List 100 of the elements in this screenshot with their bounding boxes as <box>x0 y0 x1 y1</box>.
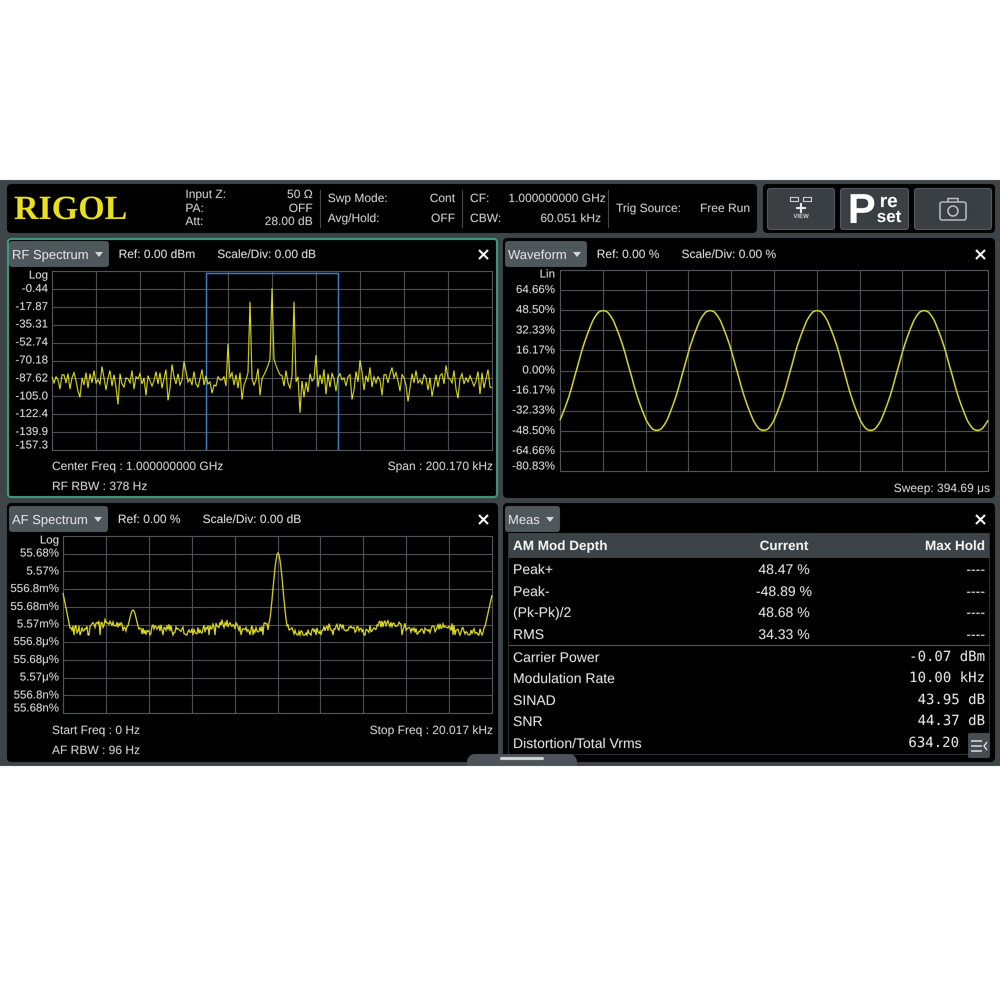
y-axis-label: -17.87 <box>15 300 48 313</box>
status-value: 50 Ω <box>287 188 313 202</box>
close-button[interactable] <box>974 248 987 260</box>
window-type-dropdown[interactable]: AF Spectrum <box>9 506 108 532</box>
status-value: Cont <box>430 192 456 205</box>
status-value: 28.00 dB <box>264 215 313 229</box>
measurement-value: 43.95 dB <box>918 692 985 708</box>
column-header: Current <box>760 538 808 553</box>
y-axis-label: -105.0 <box>15 390 48 402</box>
close-icon <box>478 248 489 260</box>
table-cell: 48.68 % <box>758 604 810 620</box>
readout-text: AF RBW : 96 Hz <box>52 742 140 759</box>
y-axis-label: 16.17% <box>516 344 555 356</box>
y-axis-label: -139.9 <box>15 426 48 438</box>
y-axis-label: 55.68m% <box>10 600 59 613</box>
y-axis-label: 556.8m% <box>10 583 59 596</box>
status-label: Trig Source: <box>616 202 681 216</box>
menu-chevron-icon <box>970 738 988 752</box>
table-cell: ---- <box>966 626 985 642</box>
table-cell: ---- <box>966 582 985 599</box>
close-icon <box>975 514 986 524</box>
status-label: Att: <box>185 215 204 229</box>
table-cell: RMS <box>513 626 544 642</box>
y-axis-label: -87.62 <box>15 372 48 384</box>
caret-icon <box>546 516 554 522</box>
y-axis-label: -35.31 <box>15 318 48 331</box>
table-cell: (Pk-Pk)/2 <box>513 604 572 620</box>
readout-text: Sweep: 394.69 μs <box>894 480 990 496</box>
y-axis-label: -70.18 <box>15 354 48 367</box>
panel-menu-button[interactable] <box>968 733 990 758</box>
measurement-name: Modulation Rate <box>513 670 615 686</box>
status-value: Free Run <box>700 202 750 216</box>
y-axis-label: -122.4 <box>15 408 48 420</box>
window-type-dropdown[interactable]: RF Spectrum <box>9 241 109 267</box>
scale-type-label: Log <box>28 270 48 282</box>
y-axis-label: 55.68% <box>20 548 59 560</box>
scale-division-text: Scale/Div: 0.00 dB <box>217 247 316 261</box>
y-axis-label: 5.57m% <box>16 618 59 630</box>
brand-logo: RIGOL <box>14 192 128 226</box>
y-axis-label: 55.68μ% <box>13 654 59 666</box>
readout-text: Center Freq : 1.000000000 GHz <box>52 458 224 475</box>
drawer-handle[interactable] <box>467 754 577 766</box>
y-axis-label: 64.66% <box>516 284 555 296</box>
scale-division-text: Scale/Div: 0.00 dB <box>202 512 302 526</box>
caret-icon <box>94 516 102 522</box>
scale-type-label: Log <box>40 534 59 546</box>
y-axis-label: 5.57% <box>26 565 59 578</box>
measurement-name: SNR <box>513 713 543 730</box>
close-icon <box>478 514 489 524</box>
y-axis-label: 5.57μ% <box>20 672 59 684</box>
y-axis-label: -0.44 <box>22 282 48 295</box>
column-header: AM Mod Depth <box>513 538 608 553</box>
caret-icon <box>572 252 581 256</box>
y-axis-label: -64.66% <box>512 444 555 457</box>
y-axis-label: -157.3 <box>15 440 48 452</box>
measurement-value: 10.00 kHz <box>909 670 985 686</box>
reference-level-text: Ref: 0.00 % <box>118 512 181 526</box>
y-axis-label: 48.50% <box>516 304 555 316</box>
window-type-dropdown[interactable]: Meas <box>505 506 560 532</box>
close-button[interactable] <box>974 512 987 526</box>
status-label: Input Z: <box>185 188 226 202</box>
y-axis-label: 55.68n% <box>14 702 59 714</box>
caret-icon <box>94 252 103 256</box>
status-label: PA: <box>185 202 204 216</box>
readout-text: Start Freq : 0 Hz <box>52 722 140 739</box>
y-axis-label: 556.8μ% <box>13 636 59 648</box>
readout-text: Span : 200.170 kHz <box>388 458 493 475</box>
camera-icon <box>938 197 967 221</box>
table-cell: 34.33 % <box>758 626 810 642</box>
close-button[interactable] <box>477 512 490 526</box>
close-button[interactable] <box>477 248 490 260</box>
table-cell: ---- <box>966 604 985 620</box>
y-axis-label: -32.33% <box>512 404 555 417</box>
scale-type-label: Lin <box>540 268 555 280</box>
y-axis-label: 556.8n% <box>14 689 59 702</box>
measurement-value: 44.37 dB <box>918 713 985 730</box>
measurement-name: SINAD <box>513 692 556 708</box>
status-value: OFF <box>288 202 313 216</box>
status-label: Swp Mode: <box>328 192 388 205</box>
y-axis-label: -16.17% <box>512 384 555 397</box>
scale-division-text: Scale/Div: 0.00 % <box>681 247 776 261</box>
close-icon <box>975 248 986 260</box>
table-cell: 48.47 % <box>758 560 810 577</box>
readout-text: RF RBW : 378 Hz <box>52 478 148 495</box>
status-value: OFF <box>431 212 456 226</box>
table-cell: ---- <box>966 560 985 577</box>
y-axis-label: 0.00% <box>522 364 555 376</box>
screenshot-button[interactable] <box>914 188 992 230</box>
status-label: Avg/Hold: <box>328 212 380 226</box>
table-cell: Peak- <box>513 582 550 599</box>
status-value: 1.000000000 GHz <box>508 192 606 205</box>
measurement-value: -0.07 dBm <box>909 648 985 665</box>
y-axis-label: -48.50% <box>512 424 555 437</box>
measurement-name: Distortion/Total Vrms <box>513 734 642 751</box>
status-label: CBW: <box>470 212 502 226</box>
window-type-dropdown[interactable]: Waveform <box>505 241 587 267</box>
measurement-name: Carrier Power <box>513 648 600 665</box>
reference-level-text: Ref: 0.00 dBm <box>118 247 196 261</box>
table-cell: -48.89 % <box>756 582 812 599</box>
y-axis-label: -52.74 <box>15 336 48 349</box>
